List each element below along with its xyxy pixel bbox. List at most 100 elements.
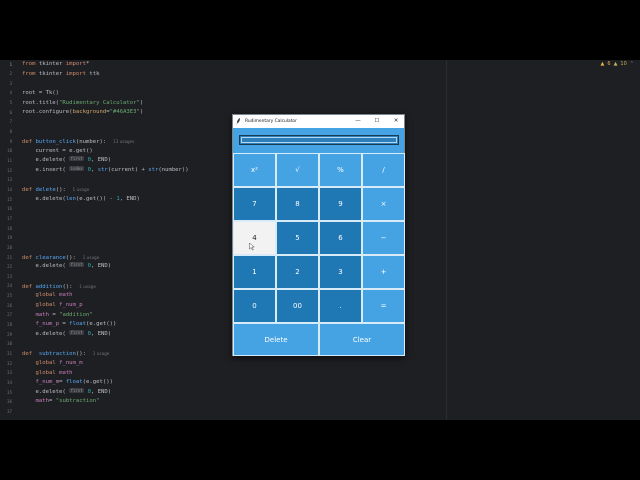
digit-5-button[interactable]: 5 (276, 221, 319, 255)
digit-4-button[interactable]: 4 (233, 221, 276, 255)
equals-button[interactable]: = (362, 289, 405, 323)
code-line[interactable]: root.configure(background="#46A3E3") (22, 108, 189, 118)
code-line[interactable] (22, 176, 189, 186)
line-number: 29 (7, 331, 12, 337)
editor-split-divider[interactable] (446, 60, 447, 420)
button-label: / (382, 166, 385, 174)
usage-hint[interactable]: 13 usages (113, 139, 134, 144)
code-line[interactable]: math= "subtraction" (22, 397, 189, 407)
subtract-button[interactable]: − (362, 221, 405, 255)
code-token: import (65, 70, 87, 77)
divide-button[interactable]: / (362, 153, 405, 187)
code-line[interactable]: def button_click(number): 13 usages (22, 137, 189, 147)
code-area[interactable]: from tkinter import* from tkinter import … (22, 60, 189, 417)
code-token: math (35, 398, 49, 405)
line-number: 7 (9, 119, 12, 125)
square-button[interactable]: x² (233, 153, 276, 187)
code-line[interactable]: current = e.get() (22, 147, 189, 157)
code-token: str (148, 167, 159, 174)
line-number: 11 (7, 158, 12, 163)
code-line[interactable]: global math (22, 369, 189, 379)
code-line[interactable]: f_num_p = float(e.get()) (22, 320, 189, 330)
digit-8-button[interactable]: 8 (276, 187, 319, 221)
code-token: e.delete( (22, 263, 70, 270)
code-line[interactable] (22, 243, 189, 253)
line-number: 19 (7, 235, 12, 241)
code-line[interactable]: math = "addition" (22, 311, 189, 321)
usage-hint[interactable]: 1 usage (83, 255, 100, 260)
code-token: math (59, 369, 73, 376)
digit-0-button[interactable]: 0 (233, 289, 276, 323)
inspection-widget[interactable]: ▲ 6 ▲ 10 ⌃ (601, 60, 634, 68)
button-label: Clear (352, 335, 372, 344)
code-line[interactable] (22, 224, 189, 234)
code-token: delete (35, 187, 56, 194)
code-line[interactable]: global f_num_p (22, 301, 189, 311)
digit-9-button[interactable]: 9 (319, 187, 362, 221)
close-button[interactable]: ✕ (387, 115, 405, 128)
double-zero-button[interactable]: 00 (276, 289, 319, 323)
warning-icon: ▲ (600, 61, 605, 67)
code-line[interactable]: e.delete(len(e.get()) - 1, END) (22, 195, 189, 205)
entry-display[interactable] (239, 135, 399, 145)
decimal-button[interactable]: . (319, 289, 362, 323)
button-label: √ (295, 166, 300, 174)
window-titlebar[interactable]: Rudimentary Calculator — ☐ ✕ (233, 115, 404, 128)
code-line[interactable] (22, 205, 189, 215)
multiply-button[interactable]: × (362, 187, 405, 221)
parameter-hint: first (69, 387, 85, 393)
digit-6-button[interactable]: 6 (319, 221, 362, 255)
sqrt-button[interactable]: √ (276, 153, 319, 187)
usage-hint[interactable]: 1 usage (93, 351, 110, 356)
code-line[interactable] (22, 407, 189, 417)
digit-1-button[interactable]: 1 (233, 255, 276, 289)
code-line[interactable] (22, 234, 189, 244)
minimize-button[interactable]: — (349, 115, 367, 128)
line-number: 13 (7, 177, 12, 183)
usage-hint[interactable]: 1 usage (79, 284, 96, 289)
code-line[interactable]: def subtraction(): 1 usage (22, 349, 189, 359)
code-token: = (48, 398, 56, 405)
code-line[interactable]: root = Tk() (22, 89, 189, 99)
digit-2-button[interactable]: 2 (276, 255, 319, 289)
code-line[interactable]: e.delete( first 0, END) (22, 262, 189, 272)
code-line[interactable]: from tkinter import ttk (22, 70, 189, 80)
digit-3-button[interactable]: 3 (319, 255, 362, 289)
weak-warning-icon: ▲ (613, 61, 618, 67)
code-token: (e.get()) (86, 321, 117, 328)
code-line[interactable]: f_num_m= float(e.get()) (22, 378, 189, 388)
code-line[interactable]: global math (22, 291, 189, 301)
code-line[interactable] (22, 127, 189, 137)
clear-button[interactable]: Clear (319, 323, 405, 356)
code-line[interactable] (22, 272, 189, 282)
code-line[interactable]: def clearance(): 1 usage (22, 253, 189, 263)
calculator-window[interactable]: Rudimentary Calculator — ☐ ✕ x² √% / 7 8 9 × 4 5… (232, 114, 405, 356)
code-line[interactable]: from tkinter import* (22, 60, 189, 70)
code-line[interactable] (22, 79, 189, 89)
add-button[interactable]: + (362, 255, 405, 289)
maximize-button[interactable]: ☐ (368, 115, 386, 128)
code-token: ) (139, 109, 144, 116)
code-line[interactable]: e.delete( first 0, END) (22, 156, 189, 166)
delete-button[interactable]: Delete (233, 323, 319, 356)
usage-hint[interactable]: 1 usage (73, 187, 90, 192)
code-line[interactable] (22, 340, 189, 350)
chevron-up-icon[interactable]: ⌃ (630, 61, 634, 67)
line-number: 6 (9, 109, 12, 115)
digit-7-button[interactable]: 7 (233, 187, 276, 221)
code-line[interactable]: e.insert( index 0, str(current) + str(nu… (22, 166, 189, 176)
code-line[interactable]: def addition(): 1 usage (22, 282, 189, 292)
code-line[interactable]: e.delete( first 0, END) (22, 387, 189, 398)
code-token: f_num_m (35, 379, 60, 386)
code-line[interactable] (22, 214, 189, 224)
code-line[interactable]: def delete(): 1 usage (22, 185, 189, 195)
code-line[interactable]: root.title("Rudimentary Calculator") (22, 99, 189, 109)
code-line[interactable] (22, 118, 189, 128)
percent-button[interactable]: % (319, 153, 362, 187)
code-line[interactable]: global f_num_m (22, 359, 189, 369)
code-line[interactable]: e.delete( first 0, END) (22, 329, 189, 340)
